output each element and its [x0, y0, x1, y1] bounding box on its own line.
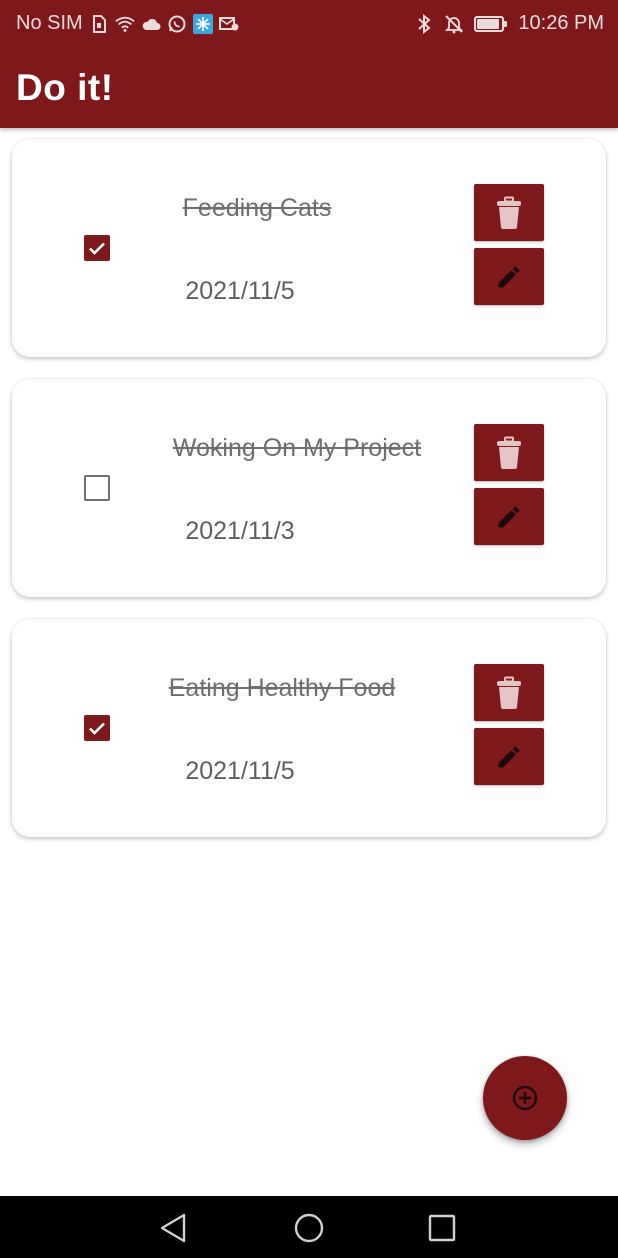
recents-icon[interactable]: [424, 1210, 460, 1246]
status-right: 10:26 PM: [414, 12, 604, 35]
app-icon: [192, 13, 213, 34]
bluetooth-icon: [414, 13, 434, 34]
carrier-label: No SIM: [16, 12, 83, 34]
task-title: Feeding Cats: [182, 194, 332, 222]
task-date: 2021/11/5: [185, 277, 295, 305]
pencil-icon: [498, 745, 520, 767]
cloud-icon: [141, 14, 161, 34]
task-checkbox[interactable]: [84, 235, 110, 261]
task-title: Eating Healthy Food: [168, 674, 396, 702]
wifi-icon: [115, 14, 135, 34]
app-title: Do it!: [16, 67, 114, 108]
check-icon: [89, 242, 105, 255]
task-title: Woking On My Project: [172, 434, 422, 462]
app-bar: No SIM 10:26 PM Do it!: [0, 0, 618, 128]
status-time: 10:26 PM: [518, 12, 604, 34]
edit-button[interactable]: [474, 728, 544, 785]
task-list: Feeding Cats 2021/11/5 Woking On My Proj…: [12, 139, 606, 859]
pencil-icon: [498, 505, 520, 527]
delete-button[interactable]: [474, 184, 544, 241]
delete-button[interactable]: [474, 664, 544, 721]
edit-button[interactable]: [474, 248, 544, 305]
back-icon[interactable]: [155, 1210, 191, 1246]
notifications-off-icon: [444, 14, 464, 34]
check-icon: [89, 722, 105, 735]
edit-button[interactable]: [474, 488, 544, 545]
sim-card-icon: [89, 14, 109, 34]
status-bar: No SIM 10:26 PM: [0, 0, 618, 46]
trash-icon: [497, 196, 521, 229]
trash-icon: [497, 436, 521, 469]
trash-icon: [497, 676, 521, 709]
task-checkbox[interactable]: [84, 715, 110, 741]
task-card: Feeding Cats 2021/11/5: [12, 139, 606, 357]
system-nav-bar: [0, 1196, 618, 1258]
task-card: Woking On My Project 2021/11/3: [12, 379, 606, 597]
task-date: 2021/11/5: [185, 757, 295, 785]
add-task-fab[interactable]: [483, 1056, 567, 1140]
delete-button[interactable]: [474, 424, 544, 481]
whatsapp-icon: [167, 14, 187, 34]
battery-icon: [474, 15, 508, 32]
task-checkbox[interactable]: [84, 475, 110, 501]
add-circle-icon: [512, 1085, 538, 1111]
task-card: Eating Healthy Food 2021/11/5: [12, 619, 606, 837]
status-left: No SIM: [16, 12, 239, 35]
home-icon[interactable]: [291, 1210, 327, 1246]
pencil-icon: [498, 265, 520, 287]
task-date: 2021/11/3: [185, 517, 295, 545]
mail-icon: [218, 14, 239, 34]
